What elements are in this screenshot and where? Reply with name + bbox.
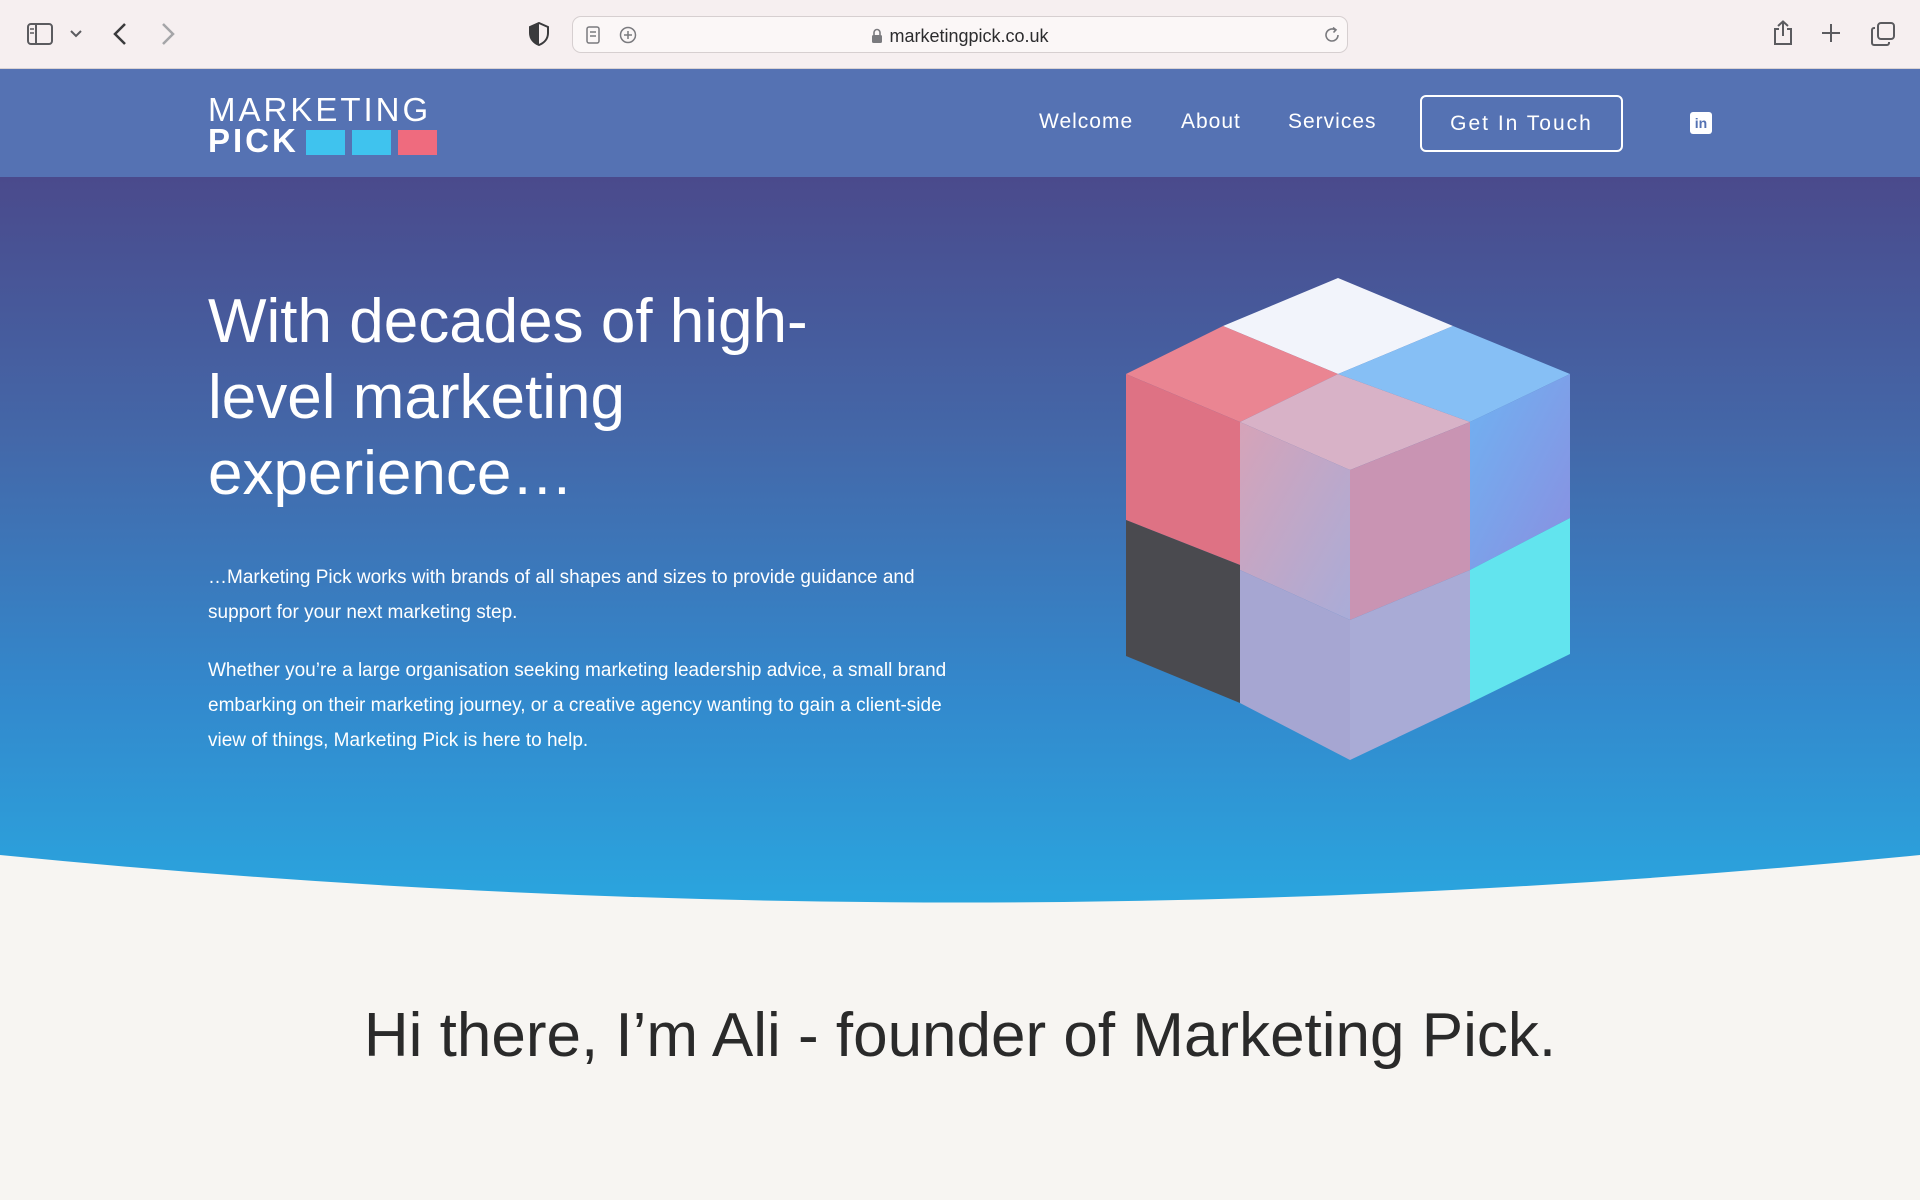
url-text: marketingpick.co.uk (573, 26, 1347, 49)
logo-square-3 (398, 130, 437, 155)
sidebar-icon[interactable] (26, 22, 54, 46)
privacy-shield-icon[interactable] (528, 21, 550, 47)
reload-icon[interactable] (1321, 24, 1343, 46)
chevron-down-icon[interactable] (68, 26, 84, 42)
lock-icon (871, 28, 883, 49)
logo-square-1 (306, 130, 345, 155)
new-tab-icon[interactable] (1820, 22, 1842, 44)
nav-about[interactable]: About (1181, 110, 1241, 134)
browser-toolbar: marketingpick.co.uk (0, 0, 1920, 69)
intro-title: Hi there, I’m Ali - founder of Marketing… (363, 1001, 1557, 1070)
linkedin-icon[interactable]: in (1690, 112, 1712, 134)
hero-bottom-curve (0, 855, 1920, 910)
brand-logo[interactable]: MARKETING PICK (208, 91, 440, 159)
forward-icon[interactable] (158, 20, 178, 48)
url-label: marketingpick.co.uk (889, 26, 1049, 46)
nav-welcome[interactable]: Welcome (1039, 110, 1133, 134)
back-icon[interactable] (110, 20, 130, 48)
logo-line-pick: PICK (208, 122, 299, 159)
get-in-touch-button[interactable]: Get In Touch (1420, 95, 1623, 152)
hero-section: With decades of high-level marketing exp… (0, 177, 1920, 910)
nav-services[interactable]: Services (1288, 110, 1377, 134)
address-bar[interactable]: marketingpick.co.uk (572, 16, 1348, 53)
tab-overview-icon[interactable] (1870, 21, 1896, 47)
logo-square-2 (352, 130, 391, 155)
share-icon[interactable] (1772, 19, 1794, 47)
